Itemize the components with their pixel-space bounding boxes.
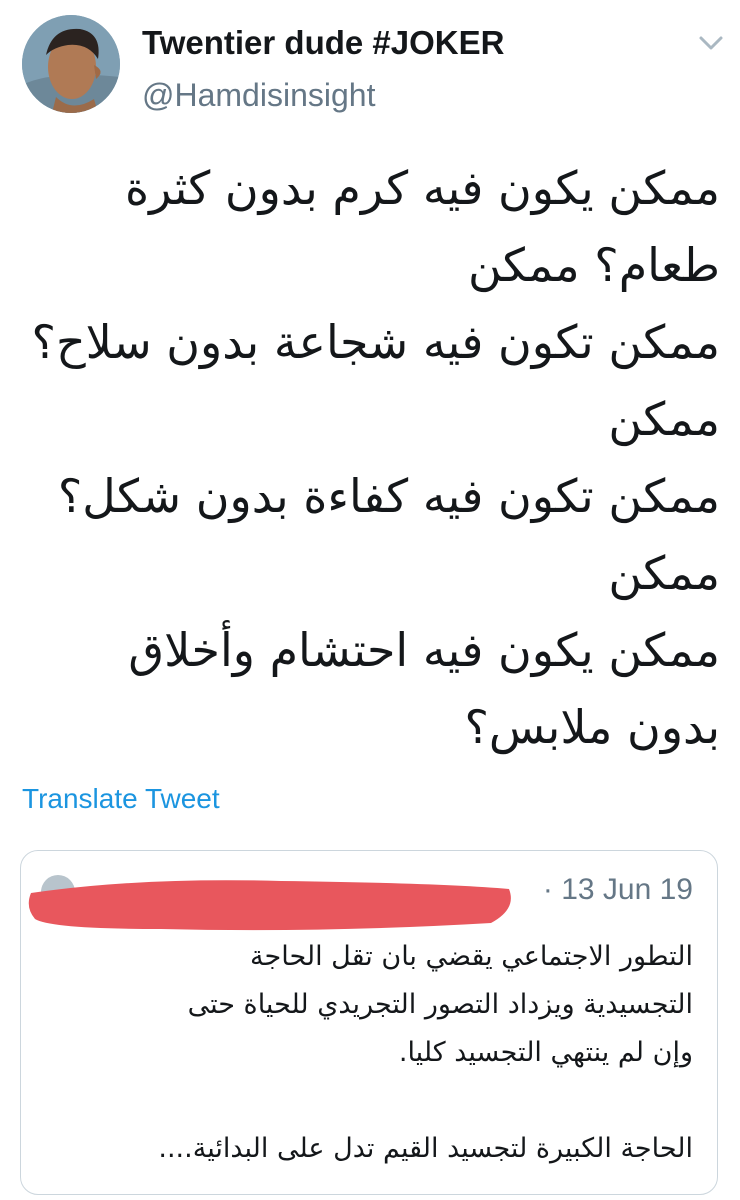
author-avatar[interactable] [22,15,120,113]
quoted-tweet-line: التطور الاجتماعي يقضي بان تقل الحاجة [250,941,693,972]
chevron-down-icon[interactable] [696,30,726,56]
author-display-name[interactable]: Twentier dude #JOKER [142,24,504,62]
tweet-line: ممكن [608,546,720,600]
tweet-line: ممكن تكون فيه شجاعة بدون سلاح؟ [31,315,720,369]
tweet-line: ممكن يكون فيه احتشام وأخلاق [128,623,720,677]
quoted-tweet-line: وإن لم ينتهي التجسيد كليا. [398,1037,693,1068]
tweet-line: بدون ملابس؟ [464,700,720,754]
tweet-line: ممكن تكون فيه كفاءة بدون شكل؟ [57,469,720,523]
tweet-line: ممكن يكون فيه كرم بدون كثرة [124,161,720,215]
tweet-text: ممكن يكون فيه كرم بدون كثرة طعام؟ ممكن م… [20,150,720,766]
quoted-tweet[interactable]: ​ · 13 Jun 19 التطور الاجتماعي يقضي بان … [20,850,718,1195]
quoted-tweet-line: الحاجة الكبيرة لتجسيد القيم تدل على البد… [158,1133,693,1164]
redaction-mark [28,880,511,931]
author-handle[interactable]: @Hamdisinsight [142,77,375,114]
quoted-tweet-date: · 13 Jun 19 [542,873,693,906]
tweet-line: ممكن [608,392,720,446]
quoted-tweet-line: التجسيدية ويزداد التصور التجريدي للحياة … [187,989,693,1020]
translate-tweet-link[interactable]: Translate Tweet [22,783,220,815]
tweet-line: طعام؟ ممكن [468,238,720,292]
quoted-tweet-text: التطور الاجتماعي يقضي بان تقل الحاجة الت… [41,933,693,1173]
tweet: Twentier dude #JOKER @Hamdisinsight ممكن… [0,0,740,1200]
